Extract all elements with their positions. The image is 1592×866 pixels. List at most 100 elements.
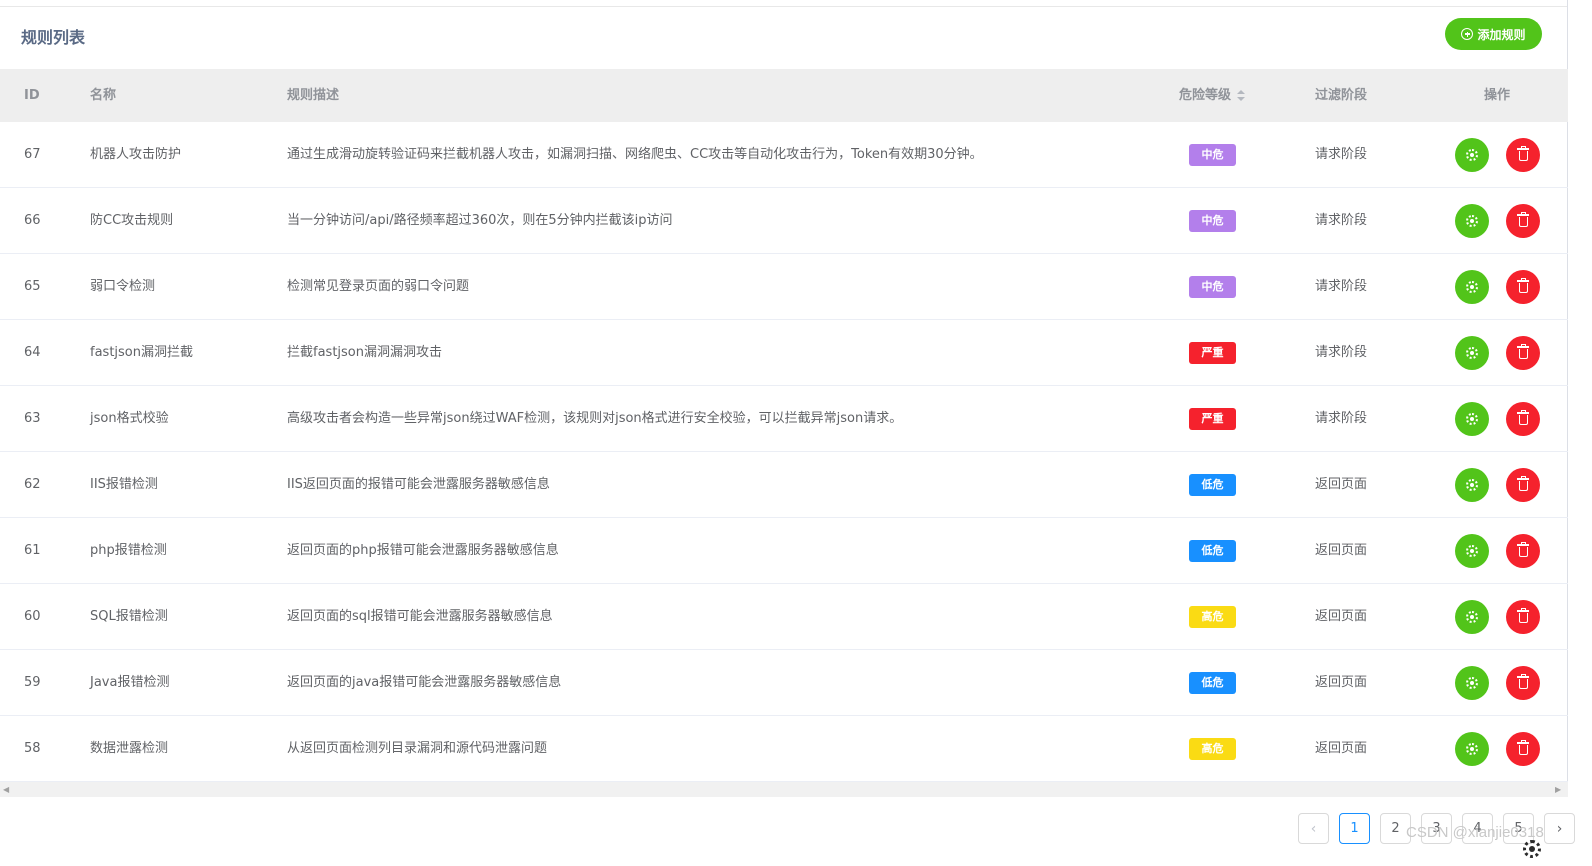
gear-icon	[1466, 215, 1478, 227]
sort-icon[interactable]	[1237, 89, 1246, 103]
cell-level: 中危	[1189, 122, 1236, 188]
table-row: 60 SQL报错检测 返回页面的sql报错可能会泄露服务器敏感信息 高危 返回页面	[0, 584, 1568, 650]
cell-name: Java报错检测	[90, 675, 170, 690]
cell-id: 62	[24, 477, 41, 492]
settings-button[interactable]	[1455, 534, 1489, 568]
trash-icon	[1516, 410, 1529, 425]
cell-description: 返回页面的java报错可能会泄露服务器敏感信息	[287, 675, 562, 690]
gear-icon	[1466, 149, 1478, 161]
settings-button[interactable]	[1455, 270, 1489, 304]
settings-button[interactable]	[1455, 336, 1489, 370]
next-page-button[interactable]: ›	[1544, 813, 1575, 844]
delete-button[interactable]	[1506, 468, 1540, 502]
scroll-right-icon[interactable]: ▶	[1555, 785, 1561, 794]
chevron-right-icon: ›	[1556, 820, 1563, 837]
gear-icon	[1466, 347, 1478, 359]
cell-description: 高级攻击者会构造一些异常json绕过WAF检测，该规则对json格式进行安全校验…	[287, 411, 903, 426]
cell-name: fastjson漏洞拦截	[90, 345, 193, 360]
add-rule-label: 添加规则	[1477, 27, 1526, 42]
cell-actions	[1455, 188, 1540, 254]
cell-phase: 请求阶段	[1315, 411, 1368, 426]
settings-button[interactable]	[1455, 204, 1489, 238]
table-row: 59 Java报错检测 返回页面的java报错可能会泄露服务器敏感信息 低危 返回页面	[0, 650, 1568, 716]
cell-name: 数据泄露检测	[90, 741, 169, 756]
table-row: 62 IIS报错检测 IIS返回页面的报错可能会泄露服务器敏感信息 低危 返回页面	[0, 452, 1568, 518]
cell-actions	[1455, 320, 1540, 386]
delete-button[interactable]	[1506, 534, 1540, 568]
cell-phase: 返回页面	[1315, 741, 1368, 756]
cell-description: IIS返回页面的报错可能会泄露服务器敏感信息	[287, 477, 550, 492]
column-header-phase: 过滤阶段	[1315, 88, 1368, 103]
level-badge: 严重	[1189, 408, 1236, 430]
settings-button[interactable]	[1455, 138, 1489, 172]
settings-button[interactable]	[1455, 600, 1489, 634]
scroll-left-icon[interactable]: ◀	[3, 785, 9, 794]
page-button-1[interactable]: 1	[1339, 813, 1370, 844]
cell-actions	[1455, 122, 1540, 188]
cell-phase: 请求阶段	[1315, 213, 1368, 228]
table-row: 63 json格式校验 高级攻击者会构造一些异常json绕过WAF检测，该规则对js…	[0, 386, 1568, 452]
cell-name: SQL报错检测	[90, 609, 168, 624]
delete-button[interactable]	[1506, 732, 1540, 766]
table-row: 65 弱口令检测 检测常见登录页面的弱口令问题 中危 请求阶段	[0, 254, 1568, 320]
cell-phase: 返回页面	[1315, 675, 1368, 690]
level-badge: 严重	[1189, 342, 1236, 364]
cell-description: 检测常见登录页面的弱口令问题	[287, 279, 470, 294]
delete-button[interactable]	[1506, 402, 1540, 436]
trash-icon	[1516, 476, 1529, 491]
settings-button[interactable]	[1455, 732, 1489, 766]
cell-phase: 请求阶段	[1315, 345, 1368, 360]
column-header-actions: 操作	[1484, 88, 1511, 103]
gear-icon	[1466, 677, 1478, 689]
cell-name: 防CC攻击规则	[90, 213, 174, 228]
gear-icon	[1466, 743, 1478, 755]
settings-button[interactable]	[1455, 468, 1489, 502]
cell-description: 从返回页面检测列目录漏洞和源代码泄露问题	[287, 741, 548, 756]
trash-icon	[1516, 278, 1529, 293]
cell-phase: 返回页面	[1315, 543, 1368, 558]
page-title: 规则列表	[21, 28, 86, 47]
column-header-level[interactable]: 危险等级	[1179, 69, 1246, 122]
settings-button[interactable]	[1455, 402, 1489, 436]
delete-button[interactable]	[1506, 270, 1540, 304]
delete-button[interactable]	[1506, 138, 1540, 172]
cell-level: 中危	[1189, 254, 1236, 320]
level-badge: 低危	[1189, 540, 1236, 562]
table-header: ID 名称 规则描述 危险等级 过滤阶段 操作	[0, 69, 1568, 122]
cell-description: 拦截fastjson漏洞漏洞攻击	[287, 345, 442, 360]
level-badge: 高危	[1189, 738, 1236, 760]
cell-id: 64	[24, 345, 41, 360]
cell-actions	[1455, 254, 1540, 320]
delete-button[interactable]	[1506, 336, 1540, 370]
table-row: 67 机器人攻击防护 通过生成滑动旋转验证码来拦截机器人攻击，如漏洞扫描、网络爬虫、…	[0, 122, 1568, 188]
cell-id: 60	[24, 609, 41, 624]
horizontal-scrollbar[interactable]: ◀ ▶	[0, 782, 1568, 797]
delete-button[interactable]	[1506, 204, 1540, 238]
trash-icon	[1516, 212, 1529, 227]
gear-icon	[1466, 545, 1478, 557]
cell-level: 高危	[1189, 716, 1236, 782]
settings-gear-icon[interactable]	[1523, 840, 1541, 858]
column-header-description: 规则描述	[287, 88, 340, 103]
settings-button[interactable]	[1455, 666, 1489, 700]
delete-button[interactable]	[1506, 600, 1540, 634]
cell-actions	[1455, 518, 1540, 584]
table-row: 64 fastjson漏洞拦截 拦截fastjson漏洞漏洞攻击 严重 请求阶段	[0, 320, 1568, 386]
level-badge: 低危	[1189, 672, 1236, 694]
trash-icon	[1516, 740, 1529, 755]
cell-level: 严重	[1189, 386, 1236, 452]
cell-description: 通过生成滑动旋转验证码来拦截机器人攻击，如漏洞扫描、网络爬虫、CC攻击等自动化攻…	[287, 147, 983, 162]
gear-icon	[1466, 281, 1478, 293]
prev-page-button[interactable]: ‹	[1298, 813, 1329, 844]
delete-button[interactable]	[1506, 666, 1540, 700]
cell-phase: 返回页面	[1315, 609, 1368, 624]
column-header-id: ID	[24, 88, 40, 103]
add-rule-button[interactable]: 添加规则	[1445, 18, 1542, 50]
table-row: 66 防CC攻击规则 当一分钟访问/api/路径频率超过360次，则在5分钟内拦截该…	[0, 188, 1568, 254]
cell-phase: 返回页面	[1315, 477, 1368, 492]
cell-description: 返回页面的sql报错可能会泄露服务器敏感信息	[287, 609, 553, 624]
cell-name: IIS报错检测	[90, 477, 158, 492]
trash-icon	[1516, 608, 1529, 623]
chevron-left-icon: ‹	[1310, 820, 1317, 837]
cell-id: 67	[24, 147, 41, 162]
